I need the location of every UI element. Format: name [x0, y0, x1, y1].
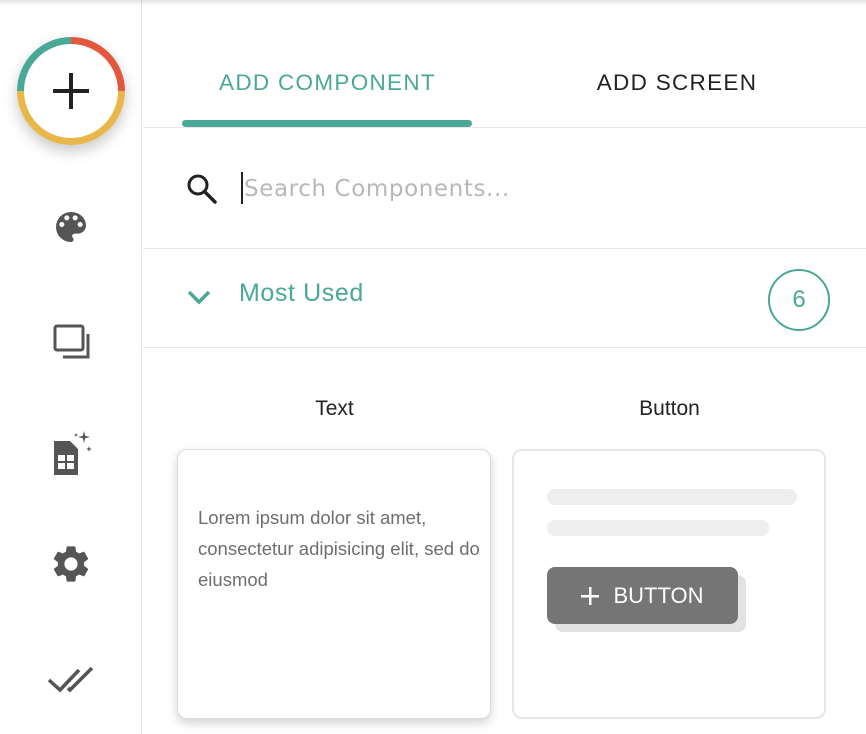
- sidebar-item-publish[interactable]: [45, 652, 97, 704]
- data-sheet-magic-icon: [54, 431, 92, 475]
- skeleton-line: [547, 520, 769, 536]
- search-icon: [187, 174, 217, 204]
- sidebar-item-screens[interactable]: [45, 316, 97, 368]
- section-title: Most Used: [239, 279, 364, 307]
- component-label-text: Text: [315, 397, 354, 420]
- double-check-icon: [47, 666, 94, 693]
- screens-icon: [53, 324, 90, 359]
- palette-icon: [56, 212, 86, 242]
- plus-icon: [53, 73, 89, 109]
- text-component-card[interactable]: Lorem ipsum dolor sit amet, consectetur …: [177, 449, 491, 719]
- sidebar-item-theme[interactable]: [45, 201, 97, 253]
- component-label-button: Button: [639, 397, 700, 420]
- top-shadow: [0, 0, 866, 6]
- plus-icon: [581, 586, 600, 605]
- add-button[interactable]: [17, 37, 125, 145]
- add-button-inner: [24, 44, 118, 138]
- sidebar-item-data[interactable]: [45, 428, 97, 480]
- button-component-card[interactable]: BUTTON: [512, 449, 826, 719]
- tab-add-screen[interactable]: ADD SCREEN: [563, 70, 791, 102]
- skeleton-line: [547, 489, 797, 505]
- tab-bar: ADD COMPONENT ADD SCREEN: [143, 0, 866, 128]
- search-bar: [143, 128, 866, 249]
- tab-add-component[interactable]: ADD COMPONENT: [183, 70, 472, 102]
- active-tab-indicator: [182, 120, 472, 127]
- count-badge: 6: [768, 269, 830, 331]
- preview-button: BUTTON: [547, 567, 738, 624]
- search-input[interactable]: [244, 168, 804, 210]
- text-caret: [241, 172, 243, 204]
- section-header-most-used[interactable]: Most Used 6: [143, 249, 866, 348]
- component-panel: ADD COMPONENT ADD SCREEN Most Used 6 Tex…: [143, 0, 866, 734]
- left-sidebar: [0, 0, 142, 734]
- gear-icon: [53, 546, 89, 582]
- text-preview: Lorem ipsum dolor sit amet, consectetur …: [198, 507, 480, 590]
- sidebar-item-settings[interactable]: [45, 538, 97, 590]
- chevron-down-icon: [187, 290, 211, 305]
- preview-button-label: BUTTON: [613, 582, 704, 608]
